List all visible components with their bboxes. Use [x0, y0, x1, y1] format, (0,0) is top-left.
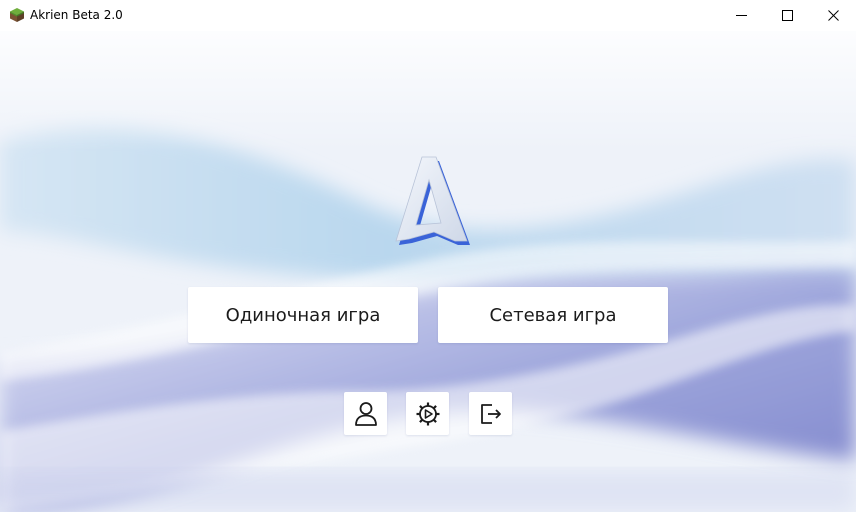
close-button[interactable] — [810, 0, 856, 31]
profile-button[interactable] — [344, 392, 387, 435]
grass-block-icon — [10, 8, 24, 22]
multiplayer-button[interactable]: Сетевая игра — [438, 287, 668, 343]
exit-icon — [480, 403, 501, 424]
minimize-button[interactable] — [718, 0, 764, 31]
profile-icon — [354, 401, 377, 426]
wave-background — [0, 31, 856, 512]
settings-gear-icon — [416, 402, 439, 425]
akrien-logo — [395, 156, 470, 245]
main-menu: Одиночная игра Сетевая игра — [0, 31, 856, 512]
title-bar[interactable]: Akrien Beta 2.0 — [0, 0, 856, 31]
singleplayer-button[interactable]: Одиночная игра — [188, 287, 418, 343]
maximize-button[interactable] — [764, 0, 810, 31]
settings-button[interactable] — [406, 392, 449, 435]
minimize-icon — [735, 15, 747, 16]
close-icon — [827, 10, 839, 21]
exit-button[interactable] — [469, 392, 512, 435]
maximize-icon — [781, 10, 793, 21]
window-title: Akrien Beta 2.0 — [30, 8, 123, 22]
